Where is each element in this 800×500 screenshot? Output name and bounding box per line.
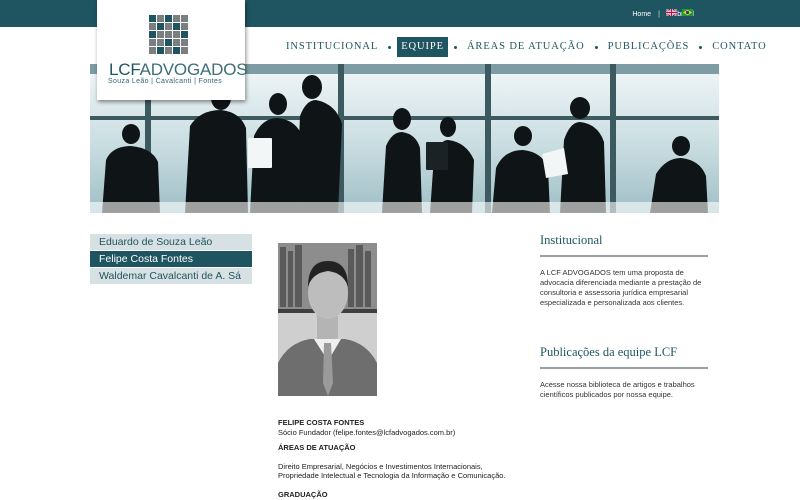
nav-institucional[interactable]: INSTITUCIONAL	[282, 37, 382, 57]
uk-flag-icon[interactable]	[666, 9, 677, 16]
nav-publicacoes[interactable]: PUBLICAÇÕES	[604, 37, 694, 57]
logo-title: LCFADVOGADOS	[109, 60, 248, 79]
logo-grid-square	[173, 39, 180, 46]
areas-line: Direito Empresarial, Negócios e Investim…	[278, 461, 483, 471]
areas-heading: ÁREAS DE ATUAÇÃO	[278, 443, 356, 452]
logo-grid-square	[157, 15, 164, 22]
institucional-title[interactable]: Institucional	[540, 233, 708, 257]
profile-name: FELIPE COSTA FONTES	[278, 418, 365, 427]
publicacoes-text: Acesse nossa biblioteca de artigos e tra…	[540, 380, 695, 399]
education-heading: GRADUAÇÃO	[278, 489, 328, 499]
nav-separator	[594, 45, 598, 49]
logo-grid-square	[157, 31, 164, 38]
logo-grid-icon	[149, 15, 188, 54]
team-item-felipe[interactable]: Felipe Costa Fontes	[90, 251, 252, 267]
logo-grid-square	[173, 15, 180, 22]
logo-grid-square	[181, 47, 188, 54]
logo-grid-square	[149, 15, 156, 22]
team-list: Eduardo de Souza Leão Felipe Costa Fonte…	[90, 234, 252, 285]
logo-grid-square	[165, 47, 172, 54]
logo-grid-square	[157, 39, 164, 46]
logo-grid-square	[165, 31, 172, 38]
institucional-panel: Institucional A LCF ADVOGADOS tem uma pr…	[540, 233, 708, 308]
team-item-eduardo[interactable]: Eduardo de Souza Leão	[90, 234, 252, 250]
nav-separator	[699, 45, 703, 49]
logo-subtitle: Souza Leão | Cavalcanti | Fontes	[108, 78, 223, 85]
team-item-waldemar[interactable]: Waldemar Cavalcanti de A. Sá	[90, 268, 252, 284]
publicacoes-title[interactable]: Publicações da equipe LCF	[540, 345, 708, 369]
logo-grid-square	[165, 23, 172, 30]
nav-separator	[453, 45, 457, 49]
logo-grid-square	[149, 23, 156, 30]
logo-grid-square	[173, 31, 180, 38]
logo-grid-square	[181, 15, 188, 22]
logo-grid-square	[173, 47, 180, 54]
home-link[interactable]: Home	[632, 11, 651, 18]
profile-photo	[278, 243, 377, 396]
nav-separator	[388, 45, 392, 49]
main-nav: INSTITUCIONAL EQUIPE ÁREAS DE ATUAÇÃO PU…	[282, 37, 771, 57]
areas-line: Propriedade Intelectual e Tecnologia da …	[278, 471, 506, 480]
nav-areas-de-atuacao[interactable]: ÁREAS DE ATUAÇÃO	[463, 37, 589, 57]
nav-equipe[interactable]: EQUIPE	[397, 37, 448, 57]
nav-contato[interactable]: CONTATO	[708, 37, 770, 57]
logo-grid-square	[157, 47, 164, 54]
logo-grid-square	[173, 23, 180, 30]
link-separator: |	[658, 11, 660, 18]
brazil-flag-icon[interactable]	[682, 9, 693, 16]
publicacoes-panel: Publicações da equipe LCF Acesse nossa b…	[540, 345, 708, 400]
logo-grid-square	[165, 15, 172, 22]
logo-grid-square	[181, 31, 188, 38]
logo-grid-square	[165, 39, 172, 46]
profile-bio: FELIPE COSTA FONTES Sócio Fundador (feli…	[278, 418, 528, 499]
logo-grid-square	[181, 39, 188, 46]
logo-grid-square	[149, 47, 156, 54]
profile-role: Sócio Fundador (felipe.fontes@lcfadvogad…	[278, 427, 456, 437]
logo-grid-square	[149, 31, 156, 38]
logo[interactable]: LCFADVOGADOS Souza Leão | Cavalcanti | F…	[97, 0, 248, 100]
logo-grid-square	[157, 23, 164, 30]
logo-grid-square	[149, 39, 156, 46]
institucional-text: A LCF ADVOGADOS tem uma proposta de advo…	[540, 268, 702, 307]
logo-grid-square	[181, 23, 188, 30]
